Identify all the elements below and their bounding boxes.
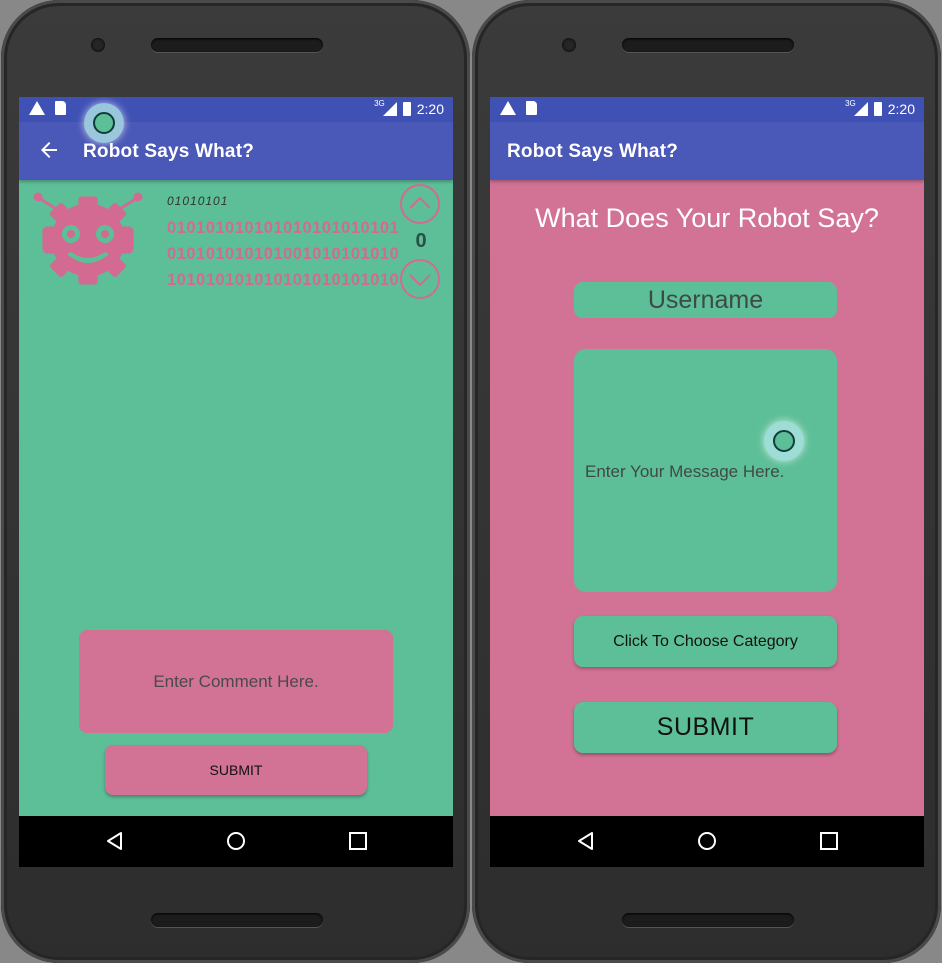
right-screen: 3G 2:20 Robot Says What? What Does Your … [490, 97, 924, 867]
post-line: 101010101010101010101010 [167, 271, 400, 289]
recents-square-icon[interactable] [818, 830, 840, 852]
post-line: 010101010101010101010101 [167, 219, 400, 237]
message-field[interactable]: Enter Your Message Here. [574, 349, 837, 592]
post-header: 01010101 [167, 194, 229, 208]
submit-post-button[interactable]: SUBMIT [574, 702, 837, 753]
left-phone-frame: 3G 2:20 Robot Says What? 01010101 010101… [1, 0, 470, 963]
app-title: Robot Says What? [507, 141, 679, 162]
emulator-stage: 3G 2:20 Robot Says What? 01010101 010101… [0, 0, 942, 963]
top-speaker [151, 38, 323, 52]
nav-bar [490, 816, 924, 867]
touch-indicator [764, 421, 804, 461]
app-title: Robot Says What? [83, 141, 255, 162]
upvote-chevron-icon[interactable] [400, 184, 440, 224]
bottom-speaker [622, 913, 794, 927]
submit-comment-button[interactable]: SUBMIT [105, 745, 367, 795]
battery-icon [402, 102, 411, 116]
touch-indicator [84, 103, 124, 143]
bottom-speaker [151, 913, 323, 927]
arrow-left-icon[interactable] [37, 138, 61, 162]
right-phone-frame: 3G 2:20 Robot Says What? What Does Your … [472, 0, 941, 963]
downvote-chevron-icon[interactable] [400, 259, 440, 299]
home-circle-icon[interactable] [696, 830, 718, 852]
vote-count: 0 [415, 230, 427, 252]
robot-icon [33, 192, 143, 285]
back-triangle-icon[interactable] [104, 830, 126, 852]
signal-icon [853, 102, 868, 116]
left-screen: 3G 2:20 Robot Says What? 01010101 010101… [19, 97, 453, 867]
sd-card-icon [526, 101, 537, 115]
warning-icon [500, 101, 516, 115]
status-bar: 3G 2:20 [490, 97, 924, 122]
app-bar: Robot Says What? [19, 122, 453, 180]
username-field[interactable]: Username [574, 282, 837, 318]
front-camera [562, 38, 576, 52]
nav-bar [19, 816, 453, 867]
comment-input[interactable]: Enter Comment Here. [79, 630, 393, 733]
app-bar: Robot Says What? [490, 122, 924, 180]
sd-card-icon [55, 101, 66, 115]
recents-square-icon[interactable] [347, 830, 369, 852]
post-body: 010101010101010101010101 010101010101001… [167, 215, 399, 293]
battery-icon [873, 102, 882, 116]
choose-category-button[interactable]: Click To Choose Category [574, 616, 837, 667]
signal-icon [382, 102, 397, 116]
warning-icon [29, 101, 45, 115]
page-heading: What Does Your Robot Say? [535, 203, 879, 233]
status-time: 2:20 [887, 101, 915, 117]
status-time: 2:20 [416, 101, 444, 117]
top-speaker [622, 38, 794, 52]
post-line: 010101010101001010101010 [167, 245, 400, 263]
back-triangle-icon[interactable] [575, 830, 597, 852]
home-circle-icon[interactable] [225, 830, 247, 852]
front-camera [91, 38, 105, 52]
